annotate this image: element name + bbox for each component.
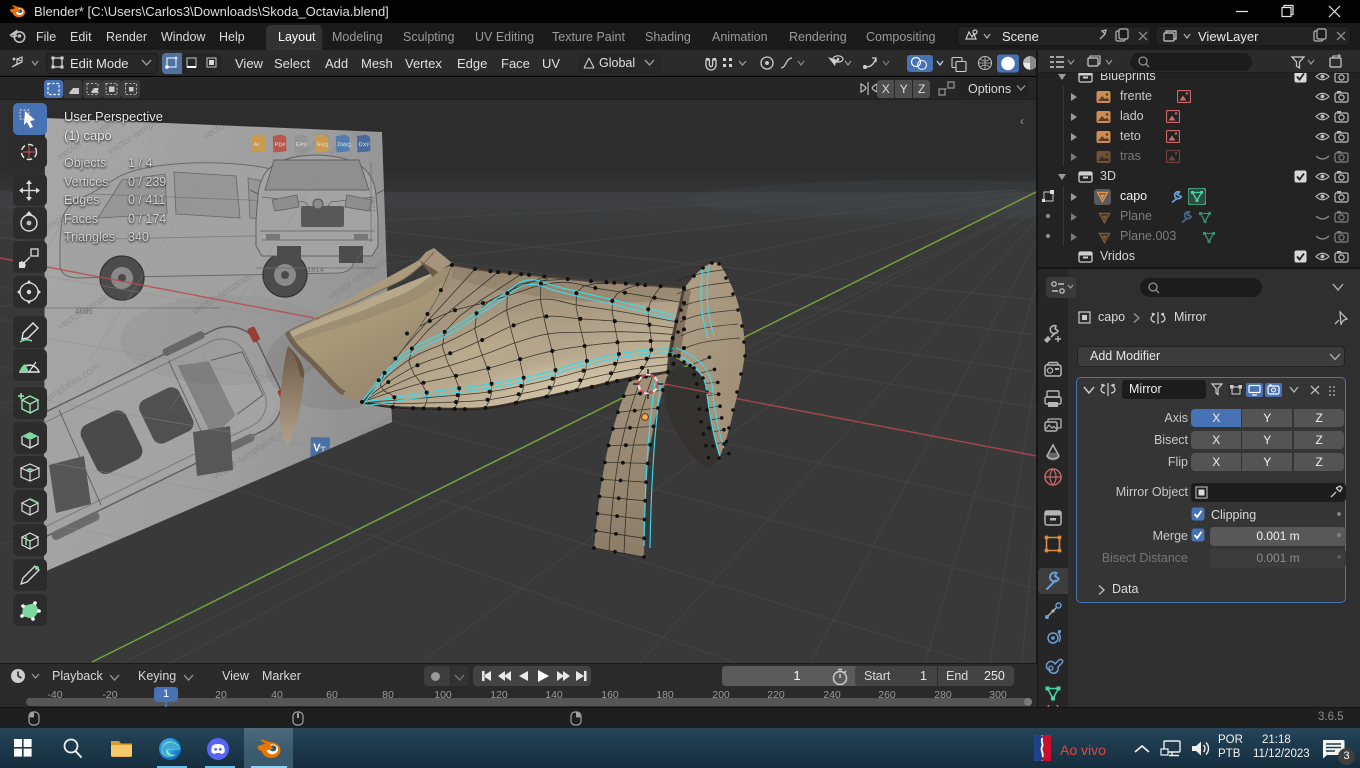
svg-text:AI: AI (254, 142, 260, 148)
svg-text:4685: 4685 (75, 307, 93, 316)
svg-text:DWG: DWG (338, 142, 352, 149)
svg-text:PDF: PDF (275, 142, 287, 149)
svg-text:EPS: EPS (296, 142, 308, 149)
svg-text:1521: 1521 (368, 196, 377, 213)
svg-text:DXF: DXF (359, 142, 371, 149)
svg-text:‹: ‹ (1020, 114, 1024, 128)
svg-text:1814: 1814 (307, 265, 324, 274)
svg-text:SVG: SVG (317, 142, 329, 149)
